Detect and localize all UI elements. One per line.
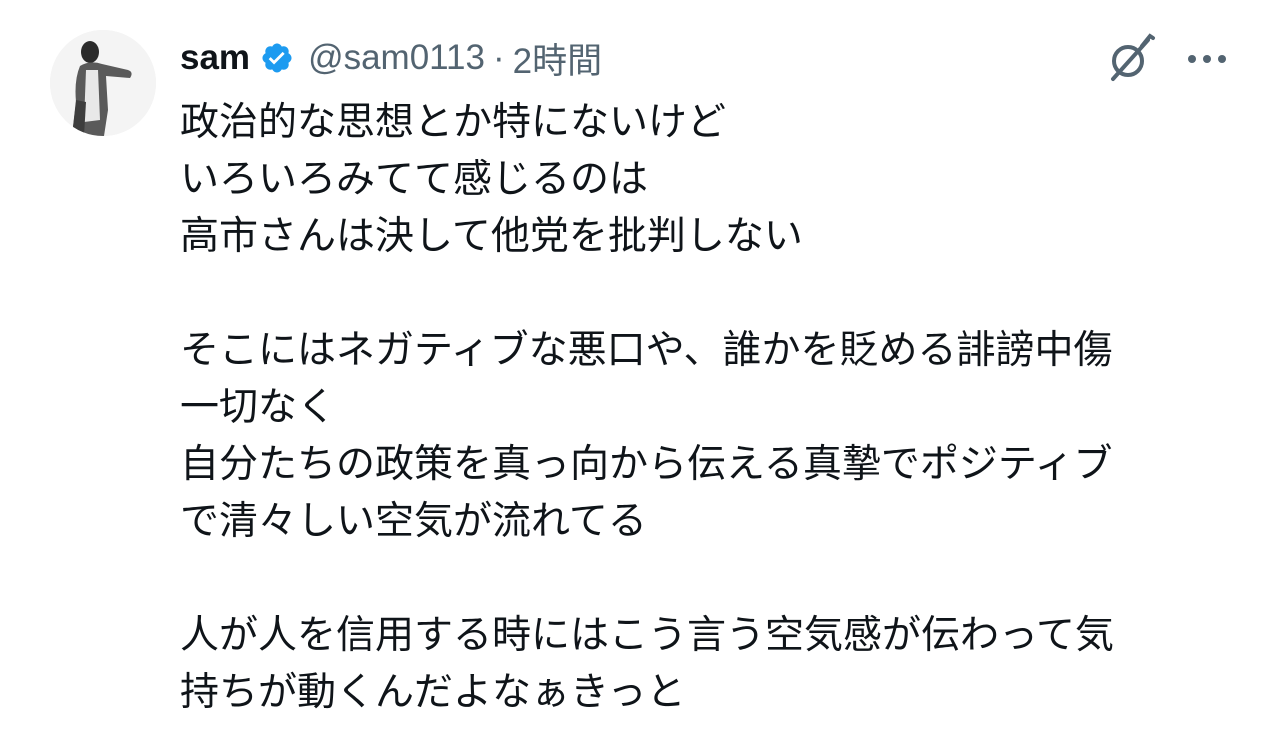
tweet-text: 政治的な思想とか特にないけど いろいろみてて感じるのは 高市さんは決して他党を批… (180, 94, 1230, 721)
tweet-text-line: 一切なく (180, 385, 337, 430)
paragraph-break (180, 265, 1230, 322)
grok-icon[interactable] (1101, 30, 1159, 88)
author-handle[interactable]: @sam0113 (308, 38, 485, 78)
tweet-text-line: 自分たちの政策を真っ向から伝える真摯でポジティブ (180, 442, 1113, 487)
tweet-header: sam @sam0113 · 2時間 (180, 30, 602, 86)
tweet-text-line: で清々しい空気が流れてる (180, 499, 647, 544)
more-options-icon[interactable] (1184, 44, 1230, 74)
tweet-text-line: 持ちが動くんだよなぁきっと (180, 670, 686, 715)
avatar-photo (50, 30, 156, 136)
tweet-timestamp[interactable]: 2時間 (513, 33, 602, 84)
author-display-name[interactable]: sam (180, 38, 250, 78)
avatar[interactable] (50, 30, 156, 136)
tweet-text-line: 政治的な思想とか特にないけど (180, 100, 727, 145)
tweet[interactable]: sam @sam0113 · 2時間 政治的な思想とか特にないけど いろいろみて… (0, 0, 1280, 751)
tweet-text-line: いろいろみてて感じるのは (180, 157, 649, 202)
tweet-text-line: 人が人を信用する時にはこう言う空気感が伝わって気 (180, 613, 1115, 658)
paragraph-break (180, 550, 1230, 607)
verified-badge-icon (260, 41, 294, 75)
header-separator: · (492, 38, 505, 77)
tweet-text-line: 高市さんは決して他党を批判しない (180, 214, 803, 259)
tweet-text-line: そこにはネガティブな悪口や、誰かを貶める誹謗中傷 (180, 328, 1113, 373)
